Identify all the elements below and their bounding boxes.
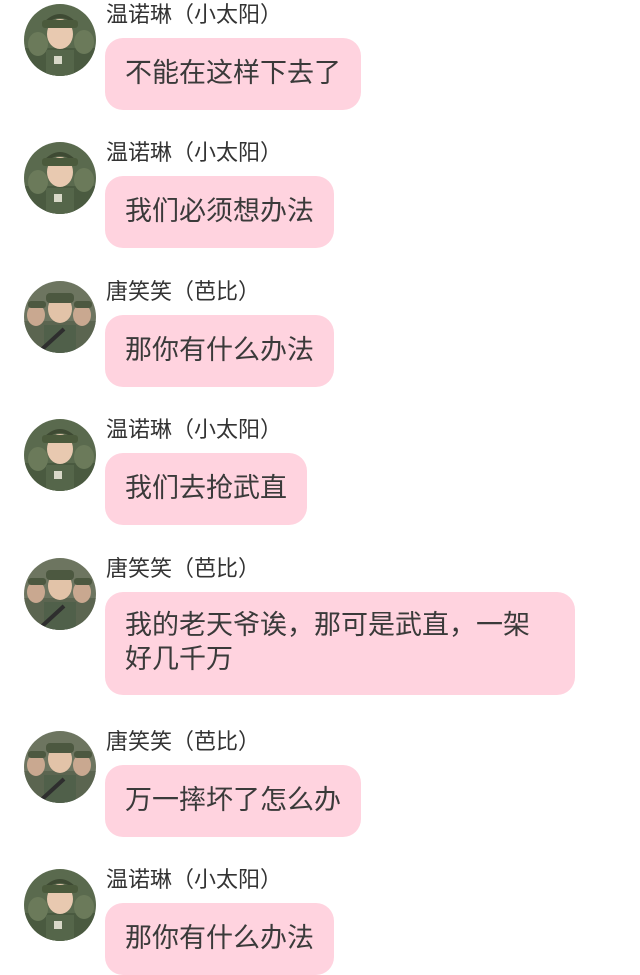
message-bubble[interactable]: 不能在这样下去了 xyxy=(105,38,361,110)
avatar-female-soldier-icon[interactable] xyxy=(24,869,96,941)
sender-name: 温诺琳（小太阳） xyxy=(106,3,283,28)
sender-name: 唐笑笑（芭比） xyxy=(106,557,261,582)
sender-name: 唐笑笑（芭比） xyxy=(106,730,261,755)
avatar-female-soldier-icon[interactable] xyxy=(24,4,96,76)
sender-name: 温诺琳（小太阳） xyxy=(106,418,283,443)
avatar-soldier-group-icon[interactable] xyxy=(24,281,96,353)
message-bubble[interactable]: 我的老天爷诶，那可是武直，一架好几千万 xyxy=(105,592,575,695)
avatar-female-soldier-icon[interactable] xyxy=(24,142,96,214)
sender-name: 唐笑笑（芭比） xyxy=(106,280,261,305)
message-bubble[interactable]: 那你有什么办法 xyxy=(105,903,334,975)
avatar-female-soldier-icon[interactable] xyxy=(24,419,96,491)
message-bubble[interactable]: 万一摔坏了怎么办 xyxy=(105,765,361,837)
message-bubble[interactable]: 我们去抢武直 xyxy=(105,453,307,525)
message-bubble[interactable]: 我们必须想办法 xyxy=(105,176,334,248)
sender-name: 温诺琳（小太阳） xyxy=(106,868,283,893)
avatar-soldier-group-icon[interactable] xyxy=(24,731,96,803)
chat-history: 温诺琳（小太阳） 不能在这样下去了 温诺琳（小太阳） 我们必须想办法 唐笑笑（芭… xyxy=(0,0,640,975)
avatar-soldier-group-icon[interactable] xyxy=(24,558,96,630)
message-bubble[interactable]: 那你有什么办法 xyxy=(105,315,334,387)
sender-name: 温诺琳（小太阳） xyxy=(106,141,283,166)
